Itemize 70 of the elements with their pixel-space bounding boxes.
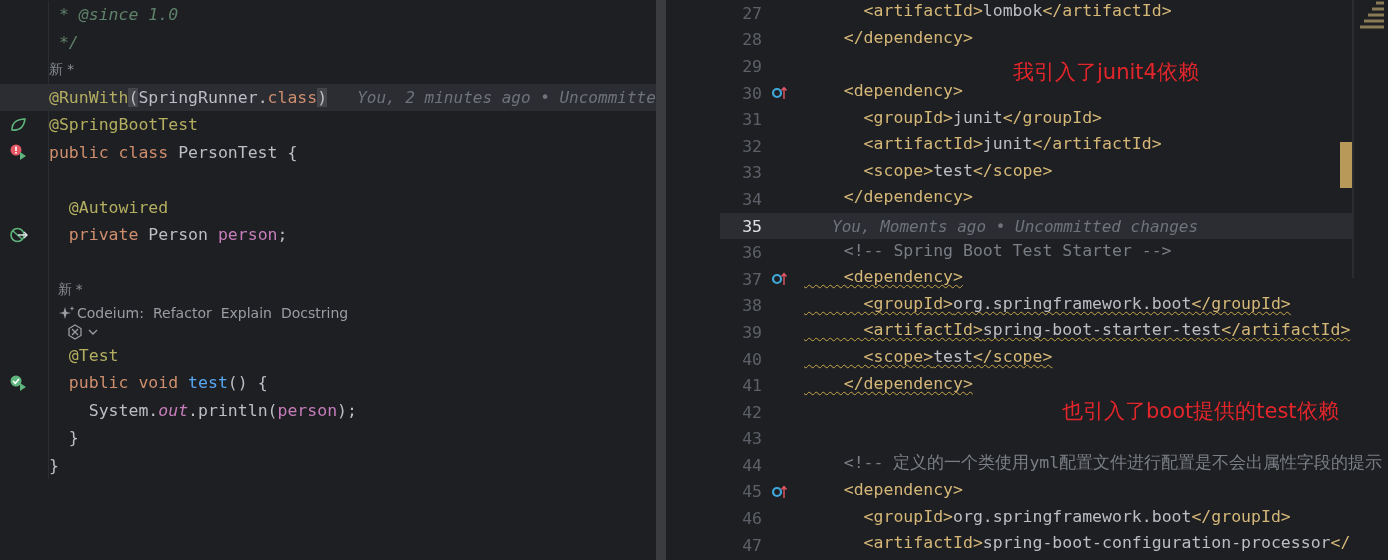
line-number: 33 (741, 163, 762, 183)
line-number: 32 (741, 136, 762, 156)
line-number: 39 (741, 322, 762, 342)
git-blame-annotation: You, 2 minutes ago • Uncommitte (357, 87, 656, 107)
code-line: <!-- 定义的一个类使用yml配置文件进行配置是不会出属性字段的提示 (842, 453, 1383, 475)
code-line: <dependency> (842, 480, 963, 501)
code-line: @Autowired (67, 197, 169, 217)
override-up-icon[interactable] (772, 272, 788, 287)
code-line: </dependency> (842, 373, 973, 395)
sparkle-icon (59, 305, 75, 320)
code-line: <scope>test</scope> (862, 347, 1053, 368)
code-line: <dependency> (842, 81, 963, 103)
code-line: <groupId>org.springframework.boot</groupId> (862, 293, 1291, 315)
code-line: @SpringBootTest (49, 115, 198, 135)
run-passed-icon[interactable] (10, 374, 26, 391)
code-line: <artifactId>junit</artifactId> (862, 134, 1162, 156)
line-number: 31 (741, 110, 762, 130)
line-number: 37 (741, 269, 762, 289)
codelens-link[interactable]: Refactor (152, 304, 212, 321)
scrollbar[interactable] (656, 0, 666, 560)
code-line: } (49, 455, 59, 475)
line-number: 41 (741, 376, 762, 396)
code-line: } (67, 428, 79, 448)
line-number: 36 (741, 243, 762, 263)
scrollbar-thumb[interactable] (1340, 142, 1352, 188)
autowired-bean-icon[interactable] (10, 226, 28, 243)
git-blame-annotation: You, Moments ago • Uncommitted changes (832, 216, 1199, 236)
author-inlay-hint[interactable]: 新 * (49, 60, 75, 79)
annotation-text: 我引入了junit4依赖 (1013, 59, 1199, 86)
line-number: 28 (741, 30, 762, 50)
override-up-icon[interactable] (772, 485, 788, 499)
leaf-icon[interactable] (10, 117, 26, 132)
code-line: System.out.println(person); (87, 400, 357, 420)
codelens-label: Codeium: (77, 304, 144, 321)
code-line: <artifactId>spring-boot-configuration-processor</ (862, 533, 1351, 555)
line-number: 43 (741, 429, 762, 449)
run-error-icon[interactable] (10, 144, 26, 161)
code-line: @RunWith(SpringRunner.class) (49, 87, 328, 107)
codelens-link[interactable]: Docstring (280, 304, 349, 321)
code-line: */ (57, 32, 79, 52)
code-line: </dependency> (842, 187, 973, 209)
code-line: @Test (67, 345, 119, 365)
line-number: 30 (741, 83, 762, 103)
line-number: 38 (741, 296, 762, 316)
line-number: 40 (741, 349, 762, 369)
line-number: 29 (741, 57, 762, 76)
line-number: 45 (741, 482, 762, 502)
code-line: <artifactId>lombok</artifactId> (862, 1, 1172, 23)
code-line: private Person person; (67, 225, 288, 245)
codelens-link[interactable]: Explain (220, 304, 272, 321)
line-number: 44 (741, 455, 762, 475)
line-number: 46 (741, 509, 762, 529)
code-line: <groupId>junit</groupId> (862, 107, 1103, 129)
line-number: 34 (741, 189, 762, 209)
code-line: <artifactId>spring-boot-starter-test</artifactId> (862, 320, 1351, 342)
line-number: 35 (741, 216, 762, 236)
override-up-icon[interactable] (772, 86, 788, 101)
code-line: <scope>test</scope> (862, 160, 1053, 182)
author-inlay-hint[interactable]: 新 * (49, 280, 83, 299)
line-number: 27 (741, 3, 762, 23)
line-number: 42 (741, 402, 762, 422)
code-line: public void test() { (67, 373, 268, 393)
line-number: 47 (741, 535, 762, 555)
code-line: public class PersonTest { (49, 142, 298, 162)
code-line: </dependency> (842, 27, 973, 49)
code-line: <groupId>org.springframework.boot</groupId> (862, 506, 1291, 528)
code-line: * @since 1.0 (57, 5, 179, 25)
annotation-text: 也引入了boot提供的test依赖 (1062, 398, 1339, 425)
code-line: <!-- Spring Boot Test Starter --> (842, 240, 1172, 262)
code-line: <dependency> (842, 267, 963, 289)
